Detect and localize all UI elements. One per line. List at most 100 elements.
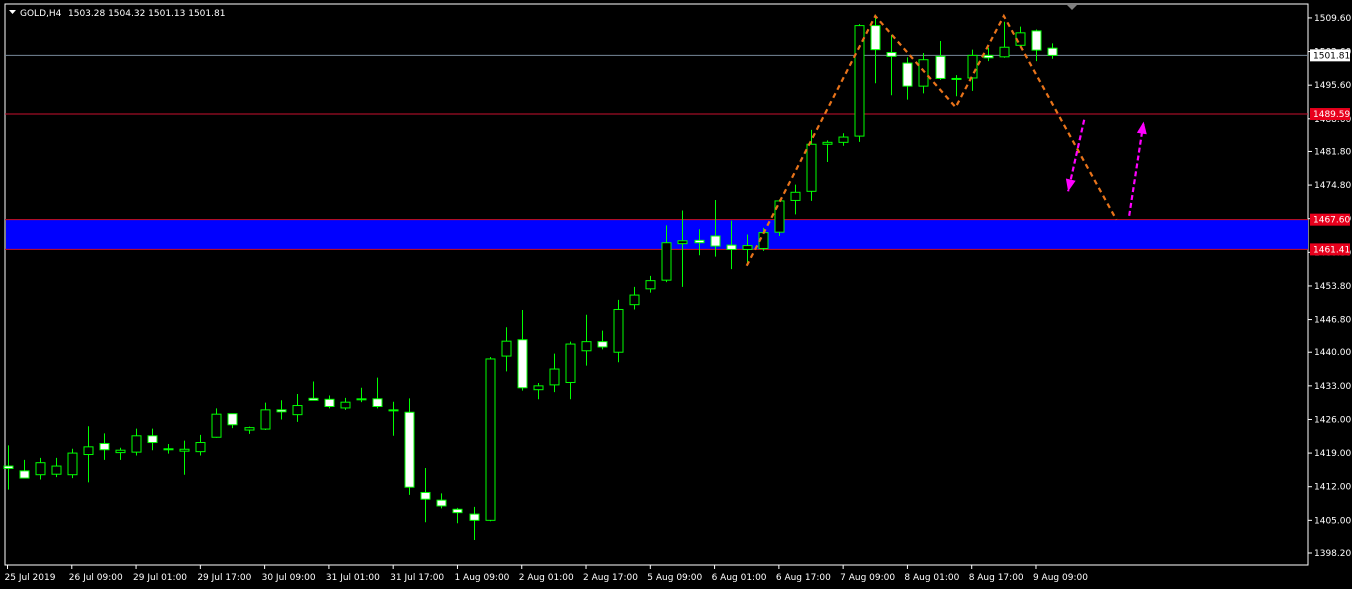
candle-body-bull — [67, 452, 78, 476]
candle-body-bear — [404, 411, 415, 488]
x-tick-label: 30 Jul 09:00 — [262, 573, 316, 583]
x-tick-label: 7 Aug 09:00 — [840, 573, 895, 583]
candle-body-bull — [549, 368, 560, 386]
current-price-label: 1501.81 — [1310, 49, 1350, 62]
candle-body-bear — [436, 499, 447, 507]
candle-body-bull — [340, 401, 351, 409]
candle-body-bull — [613, 308, 624, 353]
y-tick-label: 1405.00 — [1314, 516, 1351, 526]
candle-body-bull — [260, 409, 271, 430]
candle-body-bull — [244, 427, 255, 431]
candle-body-bull — [195, 442, 206, 453]
candle — [404, 398, 415, 495]
candle-body-bull — [790, 191, 801, 201]
candle-body-bull — [645, 280, 656, 290]
y-tick-label: 1398.20 — [1314, 549, 1351, 559]
candle-body-bull — [629, 294, 640, 306]
candle-body-bull — [999, 46, 1010, 58]
candle-body-bear — [886, 52, 897, 57]
candle-body-bull — [774, 200, 785, 233]
candle-body-bear — [902, 62, 913, 87]
y-tick-label: 1426.00 — [1314, 415, 1351, 425]
candle-body-bull — [967, 54, 978, 79]
x-tick-label: 31 Jul 01:00 — [326, 573, 380, 583]
candle-body-bull — [661, 242, 672, 281]
price-chart[interactable]: GOLD,H4 1503.28 1504.32 1501.13 1501.81 … — [0, 0, 1352, 589]
y-tick-label: 1474.80 — [1314, 181, 1351, 191]
level-price-label-text: 1489.59 — [1313, 110, 1350, 120]
x-tick-label: 29 Jul 01:00 — [133, 573, 187, 583]
symbol-label: GOLD,H4 — [20, 9, 62, 19]
x-tick-label: 8 Aug 01:00 — [904, 573, 959, 583]
y-tick-label: 1433.00 — [1314, 382, 1351, 392]
y-tick-label: 1453.80 — [1314, 282, 1351, 292]
candle-body-bull — [822, 141, 833, 145]
candle-body-bear — [372, 398, 383, 407]
candle-body-bear — [420, 491, 431, 500]
candle — [774, 199, 785, 236]
candle-body-bull — [211, 413, 222, 438]
y-tick-label: 1446.80 — [1314, 316, 1351, 326]
candle-body-bear — [99, 442, 110, 451]
level-price-label-text: 1467.60 — [1313, 216, 1350, 226]
candle-body-bull — [131, 435, 142, 453]
candle-body-bear — [147, 435, 158, 444]
y-tick-label: 1495.60 — [1314, 81, 1351, 91]
x-tick-label: 8 Aug 17:00 — [969, 573, 1024, 583]
candle-body-bear — [469, 513, 480, 521]
candle-body-bear — [983, 54, 994, 59]
candle-body-bull — [356, 398, 367, 401]
candle-body-bear — [276, 409, 287, 413]
candle-body-bull — [179, 448, 190, 452]
candle-body-bear — [227, 413, 238, 426]
x-tick-label: 9 Aug 09:00 — [1033, 573, 1088, 583]
y-tick-label: 1481.80 — [1314, 147, 1351, 157]
candle-body-bull — [83, 446, 94, 456]
candle-body-bull — [485, 358, 496, 521]
level-price-label: 1467.60 — [1310, 213, 1350, 226]
candle-body-bear — [3, 465, 14, 469]
x-tick-label: 31 Jul 17:00 — [390, 573, 444, 583]
level-price-label: 1489.59 — [1310, 108, 1350, 121]
x-tick-label: 5 Aug 09:00 — [647, 573, 702, 583]
candle-body-bear — [19, 470, 30, 479]
chart-background — [0, 0, 1352, 589]
candle-body-bull — [292, 405, 303, 416]
candle-body-bear — [694, 239, 705, 244]
y-tick-label: 1419.00 — [1314, 449, 1351, 459]
candle-body-bull — [51, 465, 62, 475]
candle-body-bull — [838, 136, 849, 143]
candle-body-bull — [806, 143, 817, 192]
current-price-label-text: 1501.81 — [1313, 51, 1350, 61]
candle-body-bear — [388, 409, 399, 412]
candle-body-bull — [115, 449, 126, 454]
candle-body-bull — [918, 59, 929, 87]
candle-body-bear — [452, 508, 463, 514]
candle — [67, 448, 78, 479]
candle-body-bull — [742, 245, 753, 250]
candle-body-bear — [935, 55, 946, 79]
candle-body-bear — [1047, 47, 1058, 56]
support-zone[interactable] — [6, 219, 1308, 250]
candle-body-bull — [35, 462, 46, 476]
candle-body-bear — [308, 397, 319, 401]
candle — [485, 357, 496, 522]
x-tick-label: 26 Jul 09:00 — [69, 573, 123, 583]
candle-body-bear — [517, 339, 528, 389]
candle-body-bull — [581, 341, 592, 352]
candle-body-bear — [324, 398, 335, 407]
y-tick-label: 1412.00 — [1314, 483, 1351, 493]
x-tick-label: 1 Aug 09:00 — [454, 573, 509, 583]
level-price-label-text: 1461.41 — [1313, 245, 1350, 255]
candle-body-bull — [501, 340, 512, 357]
candle-body-bull — [565, 343, 576, 383]
x-tick-label: 6 Aug 17:00 — [776, 573, 831, 583]
candle-body-bear — [870, 25, 881, 51]
y-tick-label: 1440.00 — [1314, 348, 1351, 358]
x-tick-label: 25 Jul 2019 — [5, 573, 56, 583]
candle-body-bear — [710, 235, 721, 247]
candle-body-bear — [951, 77, 962, 80]
candle-body-bull — [677, 240, 688, 245]
candle-body-bull — [854, 25, 865, 137]
level-price-label: 1461.41 — [1310, 243, 1350, 256]
